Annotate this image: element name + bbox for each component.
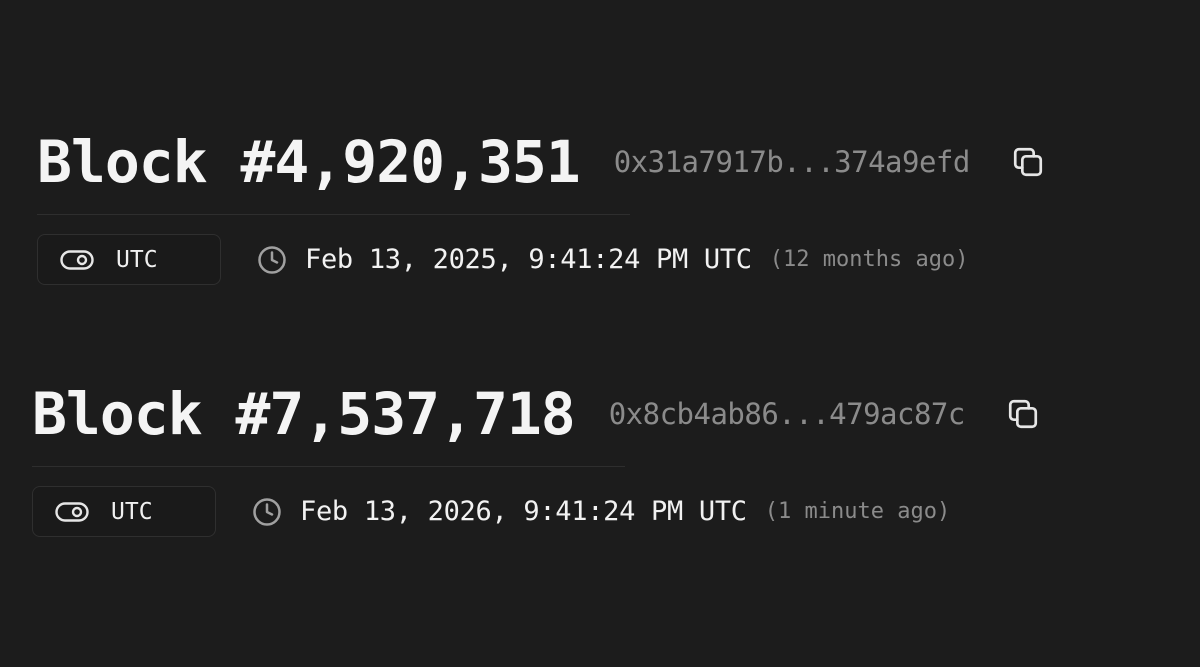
block-title: Block #7,537,718 <box>32 380 576 448</box>
copy-hash-button[interactable] <box>1003 394 1043 434</box>
copy-icon <box>1013 147 1042 177</box>
page: Block #4,920,351 0x31a7917b...374a9efd U… <box>0 0 1200 667</box>
toggle-icon <box>55 501 89 522</box>
block-timestamp: Feb 13, 2026, 9:41:24 PM UTC <box>300 496 747 527</box>
block-card: Block #7,537,718 0x8cb4ab86...479ac87c U… <box>32 374 1192 537</box>
timezone-toggle[interactable]: UTC <box>32 486 216 537</box>
timezone-label: UTC <box>116 246 158 273</box>
copy-hash-button[interactable] <box>1008 142 1048 182</box>
block-meta: UTC Feb 13, 2026, 9:41:24 PM UTC (1 minu… <box>32 486 1192 537</box>
block-hash: 0x31a7917b...374a9efd <box>613 145 971 179</box>
toggle-icon <box>60 249 94 270</box>
timezone-toggle[interactable]: UTC <box>37 234 221 285</box>
block-meta: UTC Feb 13, 2025, 9:41:24 PM UTC (12 mon… <box>37 234 1197 285</box>
block-timestamp: Feb 13, 2025, 9:41:24 PM UTC <box>305 244 752 275</box>
clock-icon <box>252 497 282 527</box>
relative-time: (1 minute ago) <box>764 499 951 524</box>
block-card: Block #4,920,351 0x31a7917b...374a9efd U… <box>37 122 1197 285</box>
block-header: Block #4,920,351 0x31a7917b...374a9efd <box>37 122 1197 202</box>
divider <box>37 214 630 215</box>
divider <box>32 466 625 467</box>
copy-icon <box>1008 399 1037 429</box>
block-header: Block #7,537,718 0x8cb4ab86...479ac87c <box>32 374 1192 454</box>
block-hash: 0x8cb4ab86...479ac87c <box>608 397 966 431</box>
relative-time: (12 months ago) <box>769 247 969 272</box>
block-title: Block #4,920,351 <box>37 128 581 196</box>
timezone-label: UTC <box>111 498 153 525</box>
clock-icon <box>257 245 287 275</box>
